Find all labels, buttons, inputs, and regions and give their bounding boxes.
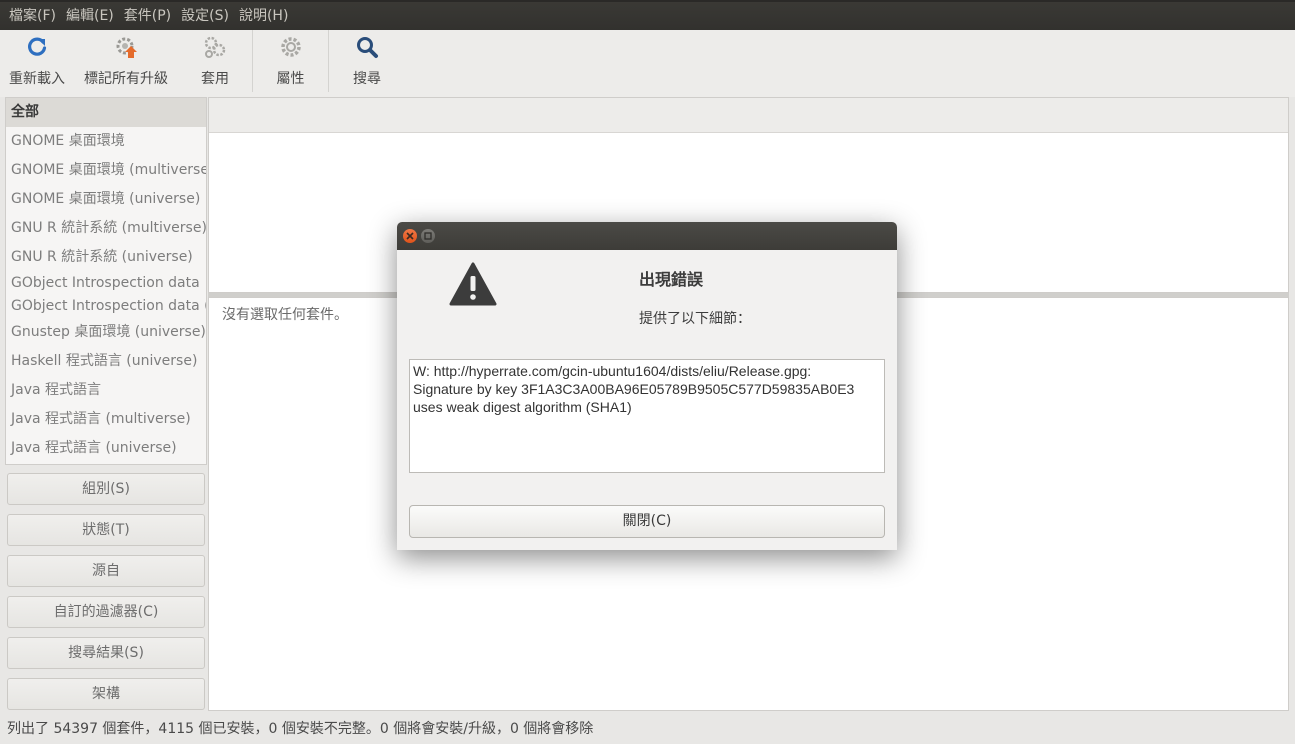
filter-origin-button[interactable]: 源自 — [7, 555, 205, 587]
dialog-subtitle: 提供了以下細節： — [639, 311, 751, 327]
section-item[interactable]: Haskell 程式語言 (universe) — [6, 347, 206, 376]
warning-icon — [449, 262, 497, 310]
section-item[interactable]: GNOME 桌面環境 — [6, 127, 206, 156]
toolbar: 重新載入 標記所有升級 套用 屬性 搜尋 — [0, 30, 1295, 97]
search-button[interactable]: 搜尋 — [329, 30, 405, 97]
section-item[interactable]: GNU R 統計系統 (multiverse) — [6, 214, 206, 243]
section-item[interactable]: Java 程式語言 (multiverse) — [6, 405, 206, 434]
dialog-maximize-button[interactable] — [421, 229, 435, 243]
menu-package[interactable]: 套件(P) — [119, 2, 176, 30]
section-item[interactable]: GNU R 統計系統 (universe) — [6, 243, 206, 272]
dialog-close-window-button[interactable] — [403, 229, 417, 243]
section-item-all[interactable]: 全部 — [6, 98, 206, 127]
dialog-title: 出現錯誤 — [639, 270, 704, 289]
mark-all-upgrades-label: 標記所有升級 — [84, 71, 168, 87]
filter-architecture-button[interactable]: 架構 — [7, 678, 205, 710]
section-item[interactable]: GObject Introspection data ( — [6, 295, 206, 318]
filter-custom-button[interactable]: 自訂的過濾器(C) — [7, 596, 205, 628]
dialog-close-button[interactable]: 關閉(C) — [409, 505, 885, 538]
mark-all-upgrades-button[interactable]: 標記所有升級 — [74, 30, 178, 97]
apply-label: 套用 — [201, 71, 229, 87]
filter-sections-button[interactable]: 組別(S) — [7, 473, 205, 505]
menu-edit[interactable]: 編輯(E) — [61, 2, 119, 30]
properties-button[interactable]: 屬性 — [253, 30, 328, 97]
error-dialog: 出現錯誤 提供了以下細節： W: http://hyperrate.com/gc… — [397, 222, 897, 550]
section-item[interactable]: GObject Introspection data — [6, 272, 206, 295]
package-list-header[interactable] — [209, 98, 1288, 133]
section-item[interactable]: Java 程式語言 (universe) — [6, 434, 206, 463]
maximize-icon — [424, 232, 432, 240]
section-list: 全部 GNOME 桌面環境 GNOME 桌面環境 (multiverse) GN… — [5, 97, 207, 465]
section-item[interactable]: Java 程式語言 — [6, 376, 206, 405]
search-icon — [355, 35, 379, 59]
dialog-titlebar[interactable] — [397, 222, 897, 250]
reload-label: 重新載入 — [9, 71, 65, 87]
mark-upgrades-icon — [114, 35, 138, 59]
apply-gears-icon — [203, 35, 227, 59]
section-item[interactable]: Gnustep 桌面環境 (universe) — [6, 318, 206, 347]
section-item[interactable]: GNOME 桌面環境 (universe) — [6, 185, 206, 214]
reload-icon — [25, 35, 49, 59]
menu-help[interactable]: 說明(H) — [234, 2, 293, 30]
reload-button[interactable]: 重新載入 — [0, 30, 74, 97]
menu-settings[interactable]: 設定(S) — [176, 2, 234, 30]
properties-label: 屬性 — [276, 71, 305, 87]
status-bar: 列出了 54397 個套件，4115 個已安裝，0 個安裝不完整。0 個將會安裝… — [0, 712, 1295, 744]
close-icon — [406, 232, 414, 240]
menubar: 檔案(F) 編輯(E) 套件(P) 設定(S) 說明(H) — [0, 0, 1295, 30]
error-details-text[interactable]: W: http://hyperrate.com/gcin-ubuntu1604/… — [409, 359, 885, 473]
section-item[interactable]: GNOME 桌面環境 (multiverse) — [6, 156, 206, 185]
search-label: 搜尋 — [353, 71, 381, 87]
apply-button[interactable]: 套用 — [178, 30, 252, 97]
no-package-selected-text: 沒有選取任何套件。 — [222, 307, 348, 323]
gear-icon — [279, 35, 303, 59]
filter-status-button[interactable]: 狀態(T) — [7, 514, 205, 546]
menu-file[interactable]: 檔案(F) — [4, 2, 61, 30]
filter-search-results-button[interactable]: 搜尋結果(S) — [7, 637, 205, 669]
